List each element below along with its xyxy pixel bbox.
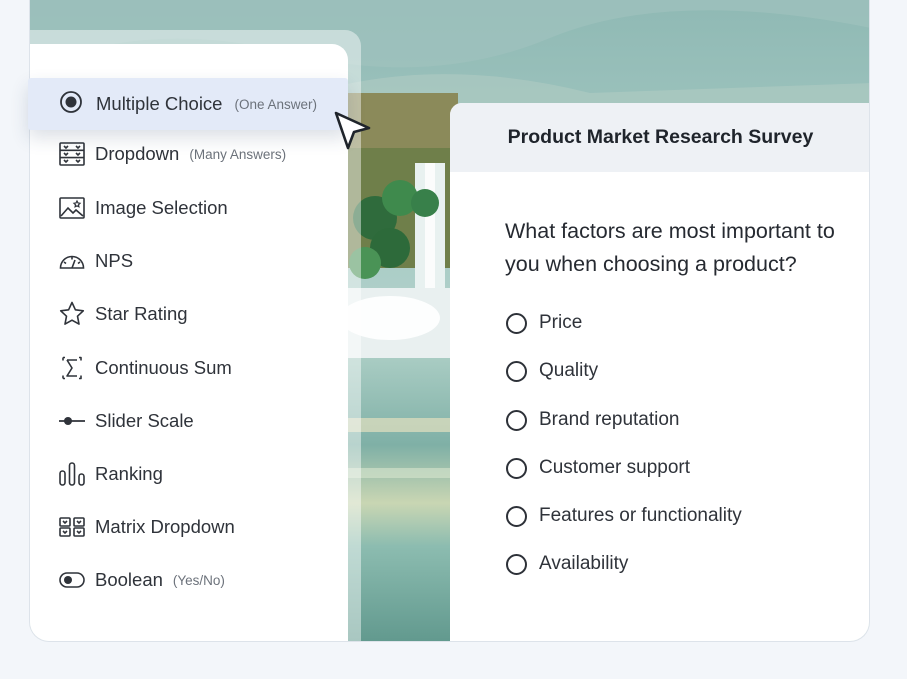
option-label: Quality bbox=[539, 360, 599, 381]
option-label: Features or functionality bbox=[539, 505, 742, 526]
toolbox-item-star-rating[interactable]: Star Rating bbox=[58, 294, 188, 334]
option-label: Customer support bbox=[539, 457, 691, 478]
answer-option[interactable]: Quality bbox=[506, 356, 598, 386]
toolbox-item-label: Continuous Sum bbox=[95, 357, 232, 378]
survey-preview-card: Product Market Research Survey What fact… bbox=[450, 103, 869, 641]
answer-option[interactable]: Brand reputation bbox=[506, 405, 680, 435]
toolbox-item-label: Matrix Dropdown bbox=[95, 516, 235, 537]
toolbox-item-nps[interactable]: NPS bbox=[58, 241, 133, 281]
toolbox-item-dropdown[interactable]: Dropdown (Many Answers) bbox=[58, 134, 286, 174]
image-icon bbox=[58, 195, 85, 222]
option-label: Availability bbox=[539, 553, 629, 574]
radio-button[interactable] bbox=[506, 553, 527, 575]
radio-button[interactable] bbox=[506, 360, 527, 382]
toolbox-item-label: Slider Scale bbox=[95, 410, 194, 431]
radio-button[interactable] bbox=[506, 505, 527, 527]
radio-button[interactable] bbox=[506, 457, 527, 479]
dropdown-icon bbox=[58, 141, 85, 168]
answer-option[interactable]: Availability bbox=[506, 549, 628, 579]
ranking-icon bbox=[58, 461, 85, 488]
gauge-icon bbox=[58, 248, 85, 275]
slider-icon bbox=[58, 408, 85, 435]
radio-button[interactable] bbox=[506, 409, 527, 431]
mouse-pointer-icon bbox=[333, 110, 375, 161]
answer-option[interactable]: Features or functionality bbox=[506, 501, 742, 531]
toolbox-item-continuous-sum[interactable]: Continuous Sum bbox=[58, 348, 232, 388]
toolbox-item-multiple-choice[interactable]: Multiple Choice (One Answer) bbox=[28, 78, 348, 130]
toolbox-item-sub: (One Answer) bbox=[234, 96, 318, 112]
option-label: Price bbox=[539, 312, 583, 333]
toolbox-item-label: Multiple Choice bbox=[96, 93, 223, 114]
toolbox-item-label: NPS bbox=[95, 250, 134, 271]
question-text: What factors are most important to you w… bbox=[505, 219, 835, 276]
sigma-icon bbox=[58, 355, 85, 382]
toolbox-item-sub: (Many Answers) bbox=[189, 146, 287, 162]
toolbox-item-label: Dropdown bbox=[95, 143, 180, 164]
survey-header: Product Market Research Survey bbox=[450, 103, 869, 172]
toolbox-item-boolean[interactable]: Boolean (Yes/No) bbox=[58, 560, 225, 600]
toolbox-item-matrix-dropdown[interactable]: Matrix Dropdown bbox=[58, 507, 235, 547]
toolbox-item-label: Image Selection bbox=[95, 197, 228, 218]
toolbox-item-label: Boolean bbox=[95, 569, 163, 590]
toolbox-item-label: Ranking bbox=[95, 463, 163, 484]
matrix-icon bbox=[58, 514, 85, 541]
radio-button[interactable] bbox=[506, 312, 527, 334]
toggle-icon bbox=[58, 567, 85, 594]
toolbox-item-slider-scale[interactable]: Slider Scale bbox=[58, 401, 194, 441]
option-label: Brand reputation bbox=[539, 409, 680, 430]
answer-option[interactable]: Price bbox=[506, 308, 582, 338]
answer-option[interactable]: Customer support bbox=[506, 453, 690, 483]
radio-selected-icon bbox=[59, 90, 83, 119]
toolbox-item-image-selection[interactable]: Image Selection bbox=[58, 188, 228, 228]
star-icon bbox=[58, 301, 85, 328]
survey-title: Product Market Research Survey bbox=[507, 126, 814, 148]
toolbox-item-label: Star Rating bbox=[95, 303, 188, 324]
toolbox-item-ranking[interactable]: Ranking bbox=[58, 454, 163, 494]
toolbox-item-sub: (Yes/No) bbox=[172, 572, 225, 588]
